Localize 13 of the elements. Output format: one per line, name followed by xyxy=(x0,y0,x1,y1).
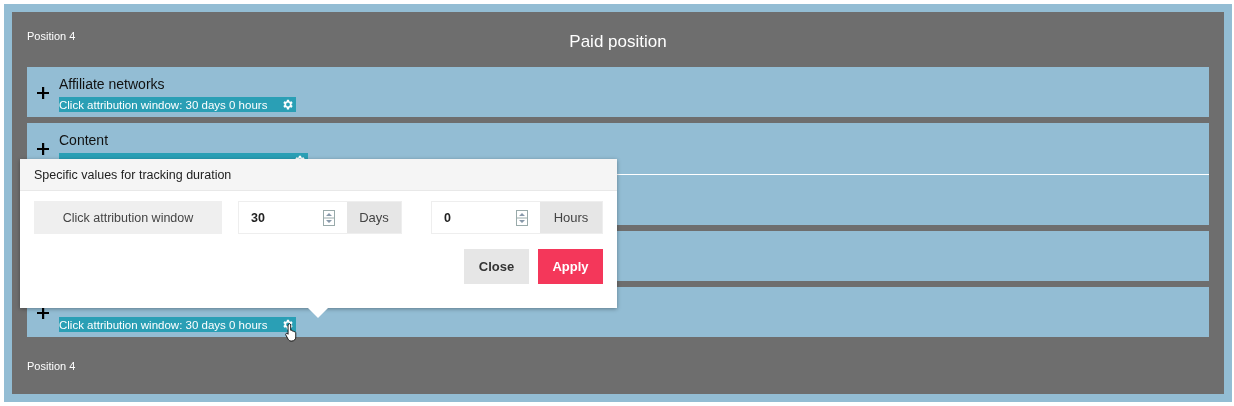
field-label: Click attribution window xyxy=(34,201,222,234)
attribution-text: Click attribution window: 30 days 0 hours xyxy=(59,98,268,111)
position-label: Position 4 xyxy=(27,360,76,372)
attribution-text: Click attribution window: 30 days 0 hours xyxy=(59,318,268,331)
position-label: Position 4 xyxy=(27,30,76,42)
apply-button[interactable]: Apply xyxy=(538,249,603,284)
close-button[interactable]: Close xyxy=(464,249,529,284)
channel-name: Affiliate networks xyxy=(59,76,166,92)
panel-title: Paid position xyxy=(569,31,667,52)
popup-title: Specific values for tracking duration xyxy=(34,167,232,182)
plus-icon[interactable] xyxy=(37,143,49,155)
plus-icon[interactable] xyxy=(37,87,49,99)
channel-name: Content xyxy=(59,132,110,148)
